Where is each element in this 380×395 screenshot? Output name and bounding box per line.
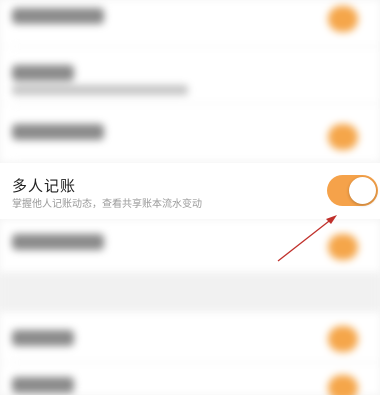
blurred-toggle <box>328 6 358 32</box>
blurred-toggle <box>328 234 358 260</box>
blurred-sublabel <box>12 85 188 95</box>
blurred-setting-row <box>0 0 380 46</box>
blurred-label <box>12 330 74 346</box>
section-gap <box>0 272 380 312</box>
blurred-setting-row <box>0 363 380 395</box>
blurred-label <box>12 8 104 24</box>
blurred-toggle <box>328 326 358 352</box>
blurred-setting-row <box>0 47 380 103</box>
blurred-label <box>12 65 74 81</box>
blurred-label <box>12 377 74 393</box>
settings-screen: 多人记账 掌握他人记账动态，查看共享账本流水变动 <box>0 0 380 395</box>
toggle-knob <box>349 177 376 204</box>
multi-user-bookkeeping-row: 多人记账 掌握他人记账动态，查看共享账本流水变动 <box>0 163 380 219</box>
blurred-setting-row <box>0 312 380 362</box>
blurred-setting-row <box>0 104 380 162</box>
blurred-label <box>12 124 104 140</box>
multi-user-bookkeeping-toggle[interactable] <box>327 175 378 206</box>
blurred-label <box>12 234 104 250</box>
blurred-toggle <box>328 375 358 395</box>
blurred-toggle <box>328 124 358 150</box>
setting-description: 掌握他人记账动态，查看共享账本流水变动 <box>12 199 202 210</box>
blurred-setting-row <box>0 220 380 272</box>
setting-title: 多人记账 <box>12 177 77 195</box>
